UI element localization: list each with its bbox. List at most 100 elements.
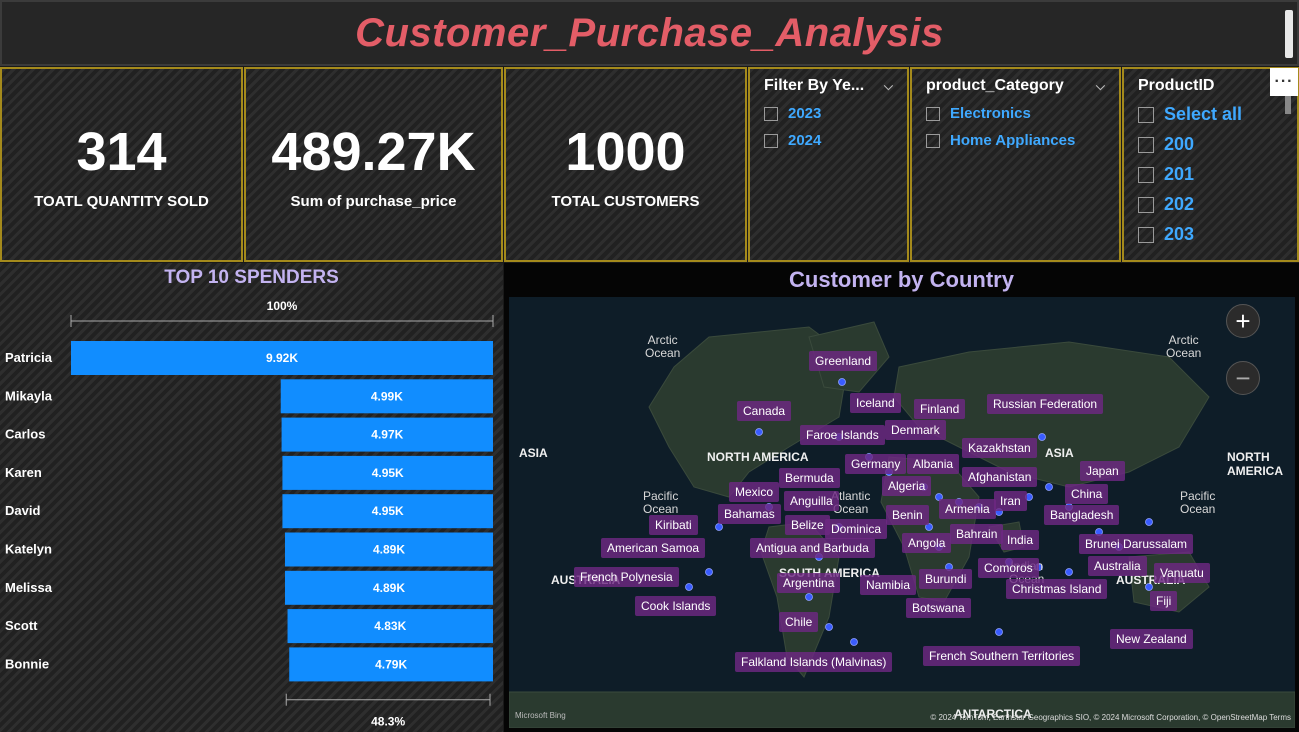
slicer-category-option[interactable]: Electronics <box>926 105 1105 122</box>
customer-dot <box>705 568 713 576</box>
slicer-product-option[interactable]: 201 <box>1138 164 1283 185</box>
checkbox[interactable] <box>764 133 778 148</box>
slicer-category-option[interactable]: Home Appliances <box>926 132 1105 149</box>
page-title: Customer_Purchase_Analysis <box>355 10 944 55</box>
country-label[interactable]: India <box>1001 530 1040 550</box>
country-label[interactable]: Chile <box>779 612 819 632</box>
country-label[interactable]: Belize <box>785 515 830 535</box>
slicer-year: Filter By Ye... ⌵ 2023 2024 <box>748 67 909 262</box>
checkbox[interactable] <box>1138 166 1154 183</box>
country-label[interactable]: Kiribati <box>649 515 698 535</box>
country-label[interactable]: Anguilla <box>784 491 839 511</box>
customer-dot <box>685 583 693 591</box>
slicer-category-title: product_Category <box>926 77 1064 94</box>
customer-dot <box>850 638 858 646</box>
customer-dot <box>805 593 813 601</box>
checkbox[interactable] <box>926 106 940 121</box>
country-label[interactable]: New Zealand <box>1110 629 1193 649</box>
country-label[interactable]: Bermuda <box>779 468 840 488</box>
title-scrollbar[interactable] <box>1285 10 1293 58</box>
country-label[interactable]: Fiji <box>1150 591 1178 611</box>
country-label[interactable]: Botswana <box>906 598 971 618</box>
customer-map[interactable]: Arctic Ocean Arctic Ocean Pacific Ocean Atl… <box>509 297 1295 728</box>
country-label[interactable]: Antigua and Barbuda <box>750 538 875 558</box>
bar-data-label: 9.92K <box>266 351 298 365</box>
country-label[interactable]: Canada <box>737 401 792 421</box>
country-label[interactable]: Namibia <box>860 575 917 595</box>
checkbox[interactable] <box>764 106 778 121</box>
bar-data-label: 4.89K <box>373 543 405 557</box>
country-label[interactable]: Algeria <box>882 476 932 496</box>
zoom-out-button[interactable]: − <box>1226 361 1260 395</box>
slicer-product-option[interactable]: Select all <box>1138 104 1283 125</box>
country-label[interactable]: Bangladesh <box>1044 505 1120 525</box>
slicer-product-option[interactable]: 200 <box>1138 134 1283 155</box>
bound-label-bottom: 48.3% <box>371 715 405 729</box>
slicer-product-scrollbar[interactable] <box>1285 96 1291 114</box>
country-label[interactable]: Armenia <box>939 499 996 519</box>
country-label[interactable]: Iceland <box>850 393 901 413</box>
country-label[interactable]: Comoros <box>978 558 1039 578</box>
checkbox[interactable] <box>1138 136 1154 153</box>
country-label[interactable]: Albania <box>907 454 960 474</box>
country-label[interactable]: Argentina <box>777 573 841 593</box>
customer-dot <box>825 623 833 631</box>
country-label[interactable]: Vanuatu <box>1154 563 1210 583</box>
country-label[interactable]: Cook Islands <box>635 596 717 616</box>
kpi-card-purchase-price: 489.27K Sum of purchase_price <box>244 67 503 262</box>
bar-category-label: David <box>5 503 40 518</box>
slicer-product-option[interactable]: 202 <box>1138 194 1283 215</box>
bar-data-label: 4.99K <box>371 389 403 403</box>
slicer-year-header[interactable]: Filter By Ye... ⌵ <box>764 77 893 95</box>
country-label[interactable]: Bahrain <box>950 524 1004 544</box>
checkbox[interactable] <box>1138 196 1154 213</box>
chevron-down-icon[interactable]: ⌵ <box>1096 79 1105 94</box>
country-label[interactable]: Iran <box>994 491 1027 511</box>
country-label[interactable]: Brunei Darussalam <box>1079 534 1194 554</box>
region-label: NORTH AMERICA <box>1227 450 1283 478</box>
country-label[interactable]: Afghanistan <box>962 467 1038 487</box>
more-options-button[interactable]: ··· <box>1270 68 1298 96</box>
country-label[interactable]: Faroe Islands <box>800 425 885 445</box>
checkbox[interactable] <box>1138 106 1154 123</box>
map-attribution[interactable]: © 2024 TomTom, Earthstar Geographics SIO… <box>930 713 1291 722</box>
checkbox[interactable] <box>1138 226 1154 243</box>
country-label[interactable]: Denmark <box>885 420 946 440</box>
country-label[interactable]: French Southern Territories <box>923 646 1081 666</box>
country-label[interactable]: Greenland <box>809 351 878 371</box>
country-label[interactable]: French Polynesia <box>574 567 679 587</box>
country-label[interactable]: Falkland Islands (Malvinas) <box>735 652 893 672</box>
slicer-year-option[interactable]: 2023 <box>764 105 893 122</box>
country-label[interactable]: Benin <box>886 505 929 525</box>
country-label[interactable]: Kazakhstan <box>962 438 1037 458</box>
bar-data-label: 4.89K <box>373 581 405 595</box>
slicer-product: ProductID Select all 200 201 202 203 <box>1122 67 1299 262</box>
country-label[interactable]: Russian Federation <box>987 394 1104 414</box>
country-label[interactable]: Germany <box>845 454 907 474</box>
title-bar: Customer_Purchase_Analysis <box>0 0 1299 66</box>
country-label[interactable]: Japan <box>1080 461 1125 481</box>
country-label[interactable]: Bahamas <box>718 504 781 524</box>
slicer-category-header[interactable]: product_Category ⌵ <box>926 77 1105 95</box>
country-label[interactable]: Dominica <box>825 519 888 539</box>
country-label[interactable]: Finland <box>914 399 966 419</box>
customer-dot <box>1065 568 1073 576</box>
bar-category-label: Karen <box>5 465 42 480</box>
customer-dot <box>995 628 1003 636</box>
slicer-product-option[interactable]: 203 <box>1138 224 1283 245</box>
checkbox[interactable] <box>926 133 940 148</box>
country-label[interactable]: Burundi <box>919 569 973 589</box>
country-label[interactable]: Christmas Island <box>1006 579 1108 599</box>
chevron-down-icon[interactable]: ⌵ <box>884 79 893 94</box>
country-label[interactable]: Angola <box>902 533 952 553</box>
bar-data-label: 4.95K <box>372 466 404 480</box>
bar-category-label: Bonnie <box>5 656 49 671</box>
country-label[interactable]: American Samoa <box>601 538 706 558</box>
bound-label-top: 100% <box>267 299 298 313</box>
country-label[interactable]: Australia <box>1088 556 1147 576</box>
country-label[interactable]: China <box>1065 484 1109 504</box>
slicer-year-option[interactable]: 2024 <box>764 132 893 149</box>
country-label[interactable]: Mexico <box>729 482 780 502</box>
zoom-in-button[interactable]: + <box>1226 304 1260 338</box>
kpi-label-quantity: TOATL QUANTITY SOLD <box>34 193 209 210</box>
